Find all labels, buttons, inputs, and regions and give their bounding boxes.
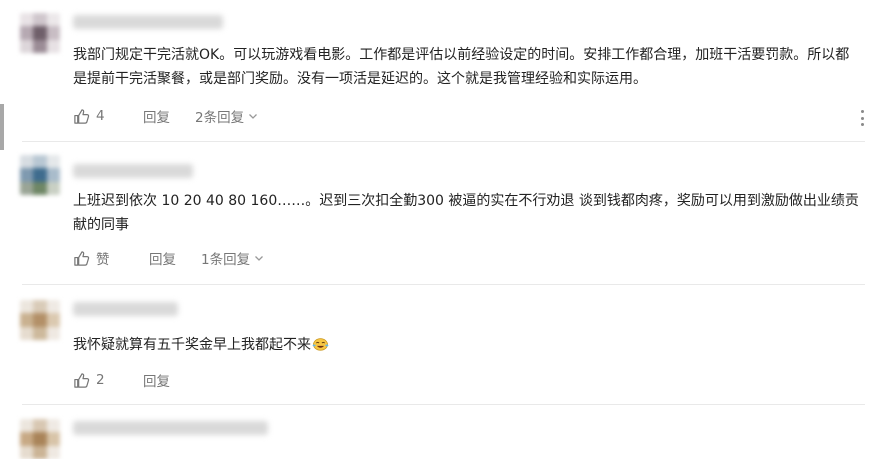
avatar[interactable] [20, 155, 60, 195]
like-button[interactable]: 赞 [73, 248, 110, 268]
reply-count: 1条回复 [201, 252, 251, 268]
avatar[interactable] [20, 300, 60, 340]
like-count: 2 [96, 372, 105, 388]
username[interactable] [73, 164, 193, 178]
comment-item: 上班迟到依次 10 20 40 80 160……。迟到三次扣全勤300 被逼的实… [0, 142, 879, 285]
comment-actions: 2 回复 [73, 370, 863, 390]
more-options-icon[interactable] [859, 110, 865, 126]
laughing-crying-emoji-icon [312, 335, 329, 351]
username[interactable] [73, 15, 223, 29]
chevron-down-icon [248, 111, 258, 121]
reply-count: 2条回复 [195, 110, 245, 126]
reply-button[interactable]: 回复 [149, 248, 176, 268]
reply-button[interactable]: 回复 [143, 106, 170, 126]
like-button[interactable]: 2 [73, 372, 105, 389]
view-replies-button[interactable]: 2条回复 [195, 106, 258, 126]
view-replies-button[interactable]: 1条回复 [201, 248, 264, 268]
thumbs-up-icon [73, 372, 90, 389]
username[interactable] [73, 421, 268, 435]
reply-button[interactable]: 回复 [143, 370, 170, 390]
username[interactable] [73, 302, 178, 316]
comment-item: 我部门规定干完活就OK。可以玩游戏看电影。工作都是评估以前经验设定的时间。安排工… [0, 0, 879, 142]
comment-actions: 4 回复 2条回复 [73, 106, 863, 126]
comment-actions: 赞 回复 1条回复 [73, 248, 863, 268]
like-button[interactable]: 4 [73, 108, 105, 125]
like-label: 赞 [96, 252, 110, 268]
comment-item: 我怀疑就算有五千奖金早上我都起不来 2 回复 [0, 285, 879, 405]
like-count: 4 [96, 108, 105, 124]
comment-text: 我怀疑就算有五千奖金早上我都起不来 [73, 333, 863, 357]
comment-item [0, 405, 879, 459]
thumbs-up-icon [73, 250, 90, 267]
avatar[interactable] [20, 419, 60, 459]
chevron-down-icon [254, 253, 264, 263]
comment-text: 我部门规定干完活就OK。可以玩游戏看电影。工作都是评估以前经验设定的时间。安排工… [73, 47, 850, 87]
comment-text-content: 我怀疑就算有五千奖金早上我都起不来 [73, 337, 311, 353]
thumbs-up-icon [73, 108, 90, 125]
avatar[interactable] [20, 13, 60, 53]
comment-text: 上班迟到依次 10 20 40 80 160……。迟到三次扣全勤300 被逼的实… [73, 193, 859, 233]
